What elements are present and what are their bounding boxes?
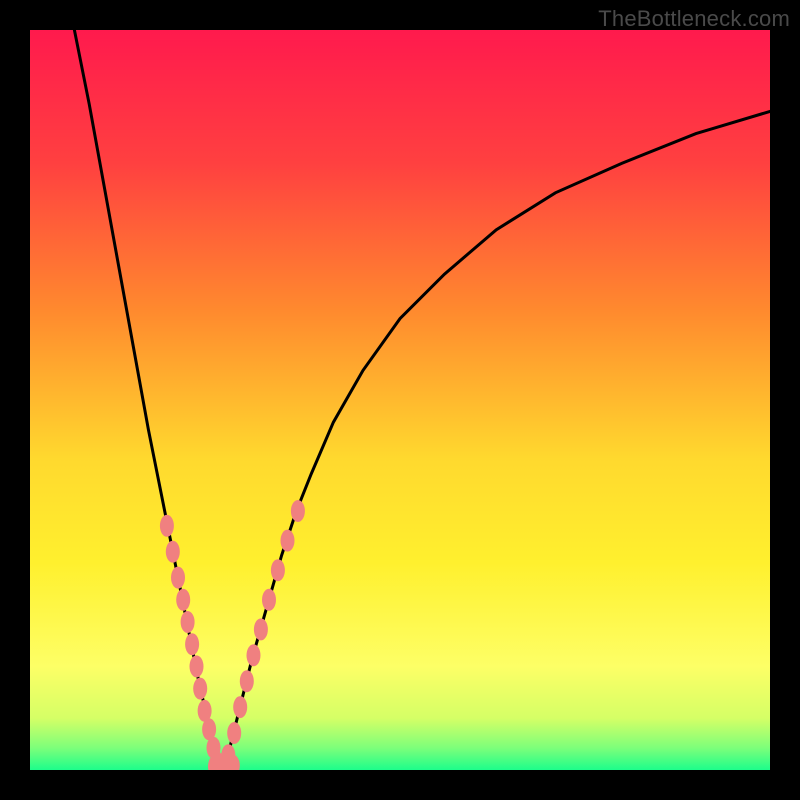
watermark-text: TheBottleneck.com [598, 6, 790, 32]
marker-right-markers [281, 530, 295, 552]
marker-left-markers [166, 541, 180, 563]
plot-area [30, 30, 770, 770]
lines-layer [74, 30, 770, 770]
markers-layer [160, 500, 305, 770]
marker-right-markers [233, 696, 247, 718]
marker-right-markers [291, 500, 305, 522]
marker-left-markers [176, 589, 190, 611]
chart-frame: TheBottleneck.com [0, 0, 800, 800]
marker-left-markers [190, 655, 204, 677]
marker-right-markers [262, 589, 276, 611]
marker-left-markers [160, 515, 174, 537]
marker-right-markers [240, 670, 254, 692]
marker-right-markers [227, 722, 241, 744]
curve-right-branch [222, 111, 770, 770]
marker-right-markers [254, 618, 268, 640]
marker-left-markers [181, 611, 195, 633]
marker-left-markers [193, 678, 207, 700]
chart-svg [30, 30, 770, 770]
marker-left-markers [171, 567, 185, 589]
marker-left-markers [185, 633, 199, 655]
marker-right-markers [271, 559, 285, 581]
marker-right-markers [247, 644, 261, 666]
